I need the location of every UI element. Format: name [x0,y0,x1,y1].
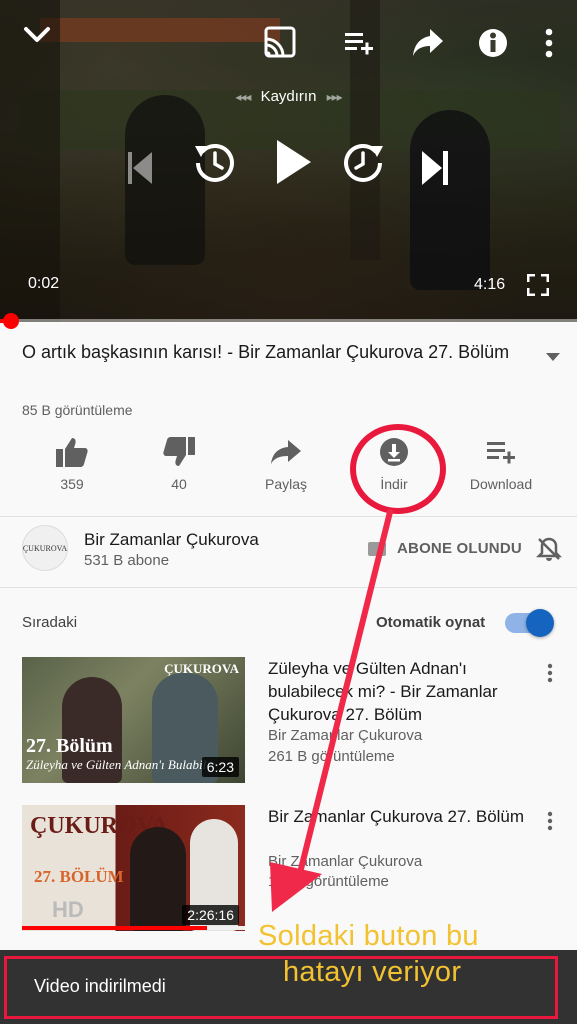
autoplay-label: Otomatik oynat [376,614,486,631]
info-icon[interactable] [476,24,510,62]
thumbnail-episode: 27. Bölüm [26,735,113,757]
list-item[interactable]: ÇUKUROVA 27. Bölüm Züleyha ve Gülten Adn… [0,657,577,787]
video-views: 261 B görüntüleme [268,748,395,765]
cast-icon[interactable] [262,24,298,62]
autoplay-toggle-knob [526,609,554,637]
thumbs-up-icon [22,432,122,472]
video-channel: Bir Zamanlar Çukurova [268,727,423,744]
video-player[interactable]: ◂◂◂ Kaydırın ▸▸▸ 0:02 4:16 [0,0,577,322]
video-duration: 2:26:16 [182,905,239,925]
add-to-playlist-button[interactable]: Download [451,432,551,502]
annotation-text: Soldaki buton bu [258,920,479,952]
more-options-icon[interactable] [547,811,559,833]
forward-10-icon[interactable] [338,138,388,188]
divider [0,587,577,588]
playlist-add-icon [451,432,551,472]
list-item[interactable]: ÇUKUROVA 27. BÖLÜM HD 2:26:16 Bir Zamanl… [0,805,577,935]
autoplay-toggle[interactable] [505,609,554,637]
thumbnail-episode: 27. BÖLÜM [34,867,124,886]
video-thumbnail[interactable]: ÇUKUROVA 27. BÖLÜM HD 2:26:16 [22,805,245,931]
minimize-chevron-icon[interactable] [20,20,54,50]
like-button[interactable]: 359 [22,432,122,502]
video-title: O artık başkasının karısı! - Bir Zamanla… [22,342,510,362]
fullscreen-icon[interactable] [524,271,552,299]
add-to-playlist-label: Download [469,476,533,492]
annotation-box [4,956,558,1019]
share-button[interactable]: Paylaş [236,432,336,502]
video-title[interactable]: Züleyha ve Gülten Adnan'ı bulabilecek mi… [268,657,538,726]
total-time: 4:16 [474,276,506,293]
previous-icon[interactable] [124,145,156,191]
up-next-heading: Sıradaki [22,614,78,631]
video-channel: Bir Zamanlar Çukurova [268,853,423,870]
video-duration: 6:23 [201,757,239,777]
video-views: 1 Mn görüntüleme [268,873,389,890]
thumbnail-figure [130,827,186,931]
subscribed-icon [368,542,386,556]
subscriber-count: 531 B abone [84,552,170,569]
view-count: 85 B görüntüleme [22,402,133,418]
subscribed-button[interactable]: ABONE OLUNDU [397,540,522,557]
video-thumbnail[interactable]: ÇUKUROVA 27. Bölüm Züleyha ve Gülten Adn… [22,657,245,783]
share-icon [236,432,336,472]
action-bar: 359 40 Paylaş İndir Download [0,432,577,512]
dislike-count: 40 [171,476,187,492]
more-options-icon[interactable] [538,24,560,62]
current-time: 0:02 [28,275,60,292]
watched-progress-fill [22,926,208,930]
next-icon[interactable] [418,145,452,191]
thumbnail-caption: Züleyha ve Gülten Adnan'ı Bulabil [26,757,207,772]
dislike-button[interactable]: 40 [129,432,229,502]
seek-back-hint-icon: ◂◂◂ [235,90,251,104]
share-label: Paylaş [264,476,308,492]
video-title[interactable]: Bir Zamanlar Çukurova 27. Bölüm [268,805,538,828]
seek-hint-label: Kaydırın [260,88,317,105]
channel-avatar-text: ÇUKUROVA [22,543,68,553]
thumbnail-caption: HD [52,897,84,922]
like-count: 359 [60,476,84,492]
channel-avatar[interactable]: ÇUKUROVA [22,525,68,571]
expand-description-icon[interactable] [544,350,562,364]
add-to-playlist-icon[interactable] [342,24,376,62]
progress-bar[interactable] [0,319,577,323]
divider [0,516,577,517]
rewind-10-icon[interactable] [190,138,240,188]
more-options-icon[interactable] [547,663,559,685]
play-icon[interactable] [270,135,316,189]
thumbs-down-icon [129,432,229,472]
thumbnail-brand: ÇUKUROVA [164,661,239,676]
annotation-circle [350,424,446,514]
share-icon[interactable] [410,22,446,62]
seek-forward-hint-icon: ▸▸▸ [326,90,343,104]
notifications-off-icon[interactable] [535,536,563,562]
annotation-text: hatayı veriyor [283,956,462,988]
channel-name[interactable]: Bir Zamanlar Çukurova [84,530,259,550]
screen: ◂◂◂ Kaydırın ▸▸▸ 0:02 4:16 O artık başka… [0,0,577,1024]
watched-progress-bar [22,926,245,930]
progress-scrubber[interactable] [3,313,19,329]
seek-hint: ◂◂◂ Kaydırın ▸▸▸ [0,88,577,105]
